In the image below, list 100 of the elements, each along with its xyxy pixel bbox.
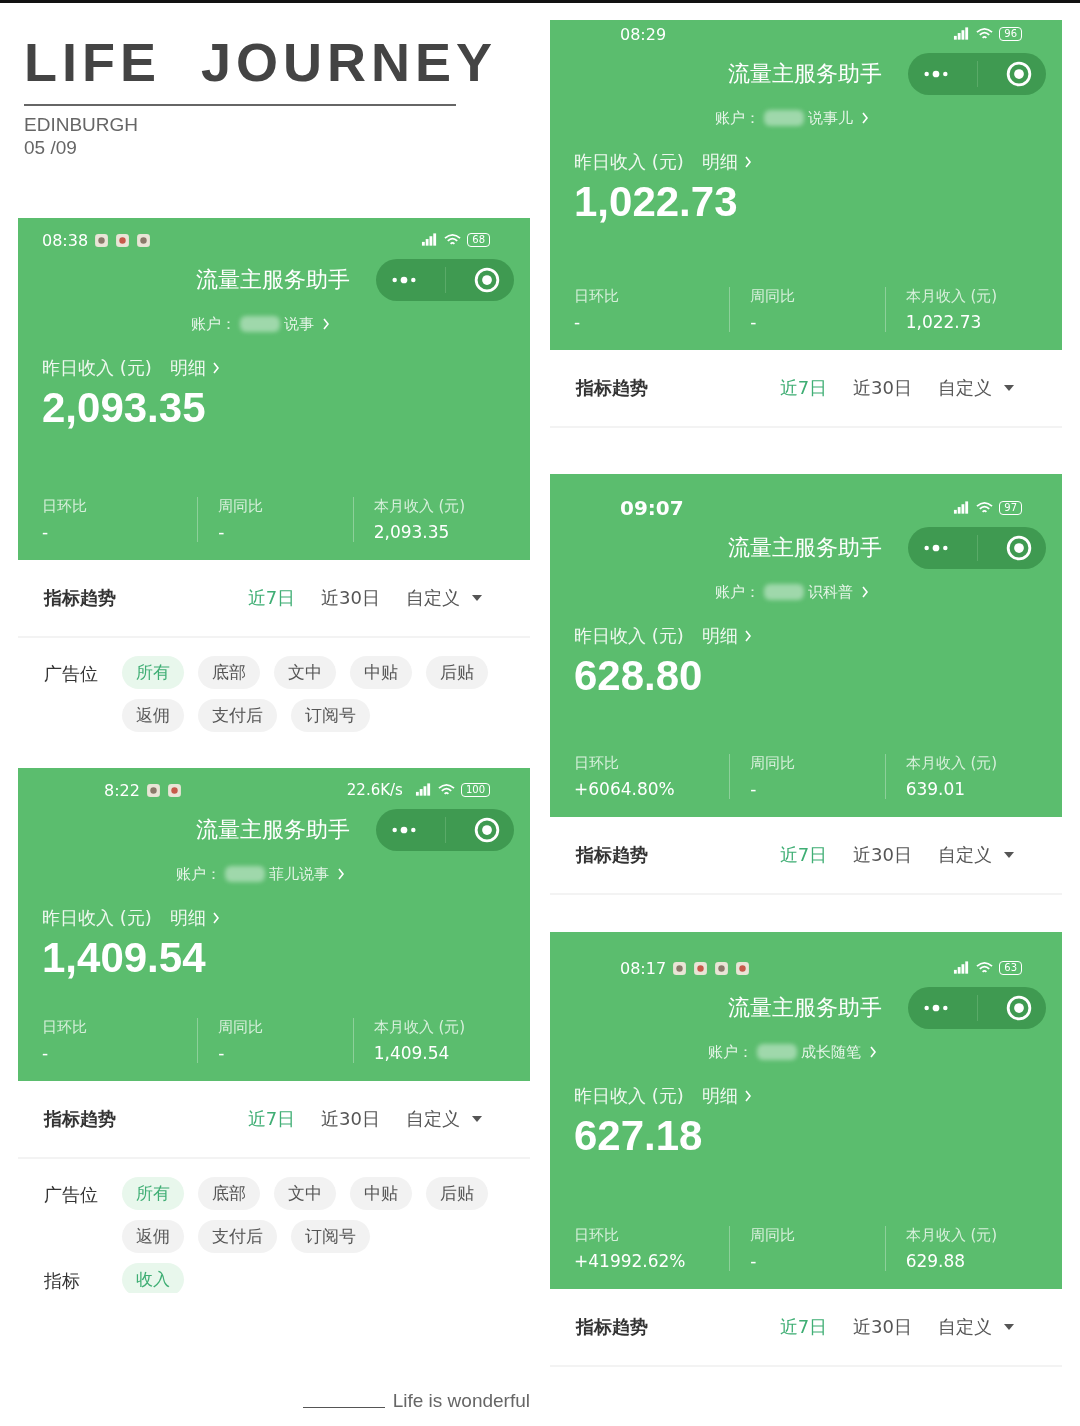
app-title: 流量主服务助手	[728, 534, 882, 562]
account-label: 账户：	[715, 108, 760, 128]
filter-chip[interactable]: 后贴	[426, 656, 488, 689]
battery-level: 100	[460, 783, 490, 797]
income-amount: 1,409.54	[42, 933, 207, 983]
chevron-icon[interactable]	[211, 912, 220, 924]
stat-value: 2,093.35	[373, 522, 451, 542]
network-speed: 22.6K/s	[346, 781, 403, 799]
stat-label: 日环比	[574, 754, 620, 773]
stat-label: 日环比	[42, 1018, 88, 1037]
signal-icon	[953, 961, 971, 975]
target-icon[interactable]	[1006, 535, 1033, 561]
stat-value: 1,022.73	[905, 312, 983, 332]
income-label: 昨日收入 (元)	[574, 150, 684, 174]
signal-icon	[421, 233, 439, 247]
app-notification-icon	[714, 960, 730, 976]
filter-chip[interactable]: 中贴	[350, 656, 412, 689]
capsule-menu[interactable]	[376, 809, 514, 851]
stat-value: -	[574, 312, 582, 332]
chevron-icon[interactable]	[861, 586, 869, 598]
filter-chip[interactable]: 文中	[274, 1177, 336, 1210]
app-notification-icon	[145, 782, 161, 798]
income-amount: 627.18	[574, 1111, 704, 1161]
status-time: 08:29	[620, 24, 667, 44]
wifi-icon	[976, 27, 994, 41]
capsule-menu[interactable]	[376, 259, 514, 301]
stat-value: -	[218, 522, 226, 542]
redaction-blur	[764, 584, 804, 600]
section-title: 指标趋势	[576, 843, 648, 867]
chevron-icon[interactable]	[743, 630, 752, 642]
app-notification-icon	[94, 232, 110, 248]
app-title: 流量主服务助手	[728, 994, 882, 1022]
income-amount: 1,022.73	[574, 177, 739, 227]
caret-icon[interactable]	[1004, 852, 1014, 858]
period-tab[interactable]: 自定义	[938, 843, 992, 867]
period-tab[interactable]: 自定义	[406, 1107, 460, 1131]
wifi-icon	[444, 233, 462, 247]
poster-title: LIFE JOURNEY	[24, 33, 499, 93]
period-tab[interactable]: 近30日	[853, 376, 912, 400]
period-tab[interactable]: 自定义	[938, 376, 992, 400]
stat-label: 本月收入 (元)	[905, 754, 999, 773]
stat-label: 日环比	[574, 287, 620, 306]
filter-chip[interactable]: 中贴	[350, 1177, 412, 1210]
filter-label: 广告位	[44, 662, 99, 686]
filter-chip[interactable]: 后贴	[426, 1177, 488, 1210]
redaction-blur	[756, 1044, 797, 1060]
filter-chip[interactable]: 支付后	[198, 699, 277, 732]
chevron-icon[interactable]	[211, 362, 220, 374]
chevron-icon[interactable]	[868, 1046, 877, 1058]
period-tab[interactable]: 近30日	[321, 586, 380, 610]
chevron-icon[interactable]	[861, 112, 869, 124]
battery-level: 68	[467, 233, 490, 247]
app-notification-icon	[115, 232, 131, 248]
period-tab[interactable]: 自定义	[406, 586, 460, 610]
caret-icon[interactable]	[472, 595, 482, 601]
period-tab[interactable]: 近30日	[853, 1315, 912, 1339]
battery-level: 97	[999, 501, 1022, 515]
chevron-icon[interactable]	[743, 156, 752, 168]
capsule-menu[interactable]	[908, 53, 1046, 95]
section-title: 指标趋势	[44, 1107, 116, 1131]
app-notification-icon	[693, 960, 709, 976]
income-label: 昨日收入 (元)	[42, 906, 152, 930]
target-icon[interactable]	[474, 817, 501, 843]
capsule-menu[interactable]	[908, 527, 1046, 569]
app-notification-icon	[735, 960, 751, 976]
caret-icon[interactable]	[472, 1116, 482, 1122]
stat-value: 1,409.54	[373, 1043, 451, 1063]
redaction-blur	[764, 110, 804, 126]
period-tab[interactable]: 自定义	[938, 1315, 992, 1339]
filter-chip[interactable]: 文中	[274, 656, 336, 689]
status-time: 08:38	[42, 230, 89, 250]
caret-icon[interactable]	[1004, 385, 1014, 391]
target-icon[interactable]	[1006, 61, 1033, 87]
chevron-icon[interactable]	[743, 1090, 752, 1102]
filter-chip[interactable]: 支付后	[198, 1220, 277, 1253]
filter-chip[interactable]: 底部	[198, 1177, 260, 1210]
chevron-icon[interactable]	[321, 318, 330, 330]
target-icon[interactable]	[474, 267, 501, 293]
target-icon[interactable]	[1006, 995, 1033, 1021]
filter-chip[interactable]: 底部	[198, 656, 260, 689]
stat-label: 周同比	[750, 754, 797, 773]
stat-value: -	[750, 312, 758, 332]
period-tab[interactable]: 近30日	[321, 1107, 380, 1131]
stat-label: 本月收入 (元)	[373, 497, 467, 516]
capsule-menu[interactable]	[908, 987, 1046, 1029]
income-amount: 628.80	[574, 651, 704, 701]
chevron-icon[interactable]	[336, 868, 345, 880]
filter-chip[interactable]: 返佣	[122, 1220, 184, 1253]
signal-icon	[953, 27, 971, 41]
caret-icon[interactable]	[1004, 1324, 1014, 1330]
battery-level: 63	[999, 961, 1022, 975]
footer-text: Life is wonderful	[392, 1390, 530, 1412]
section-title: 指标趋势	[576, 376, 648, 400]
wifi-icon	[437, 783, 455, 797]
stat-value: 629.88	[905, 1251, 967, 1271]
period-tab[interactable]: 近30日	[853, 843, 912, 867]
filter-chip[interactable]: 订阅号	[291, 1220, 370, 1253]
filter-chip[interactable]: 订阅号	[291, 699, 370, 732]
app-title: 流量主服务助手	[728, 60, 882, 88]
filter-chip[interactable]: 返佣	[122, 699, 184, 732]
